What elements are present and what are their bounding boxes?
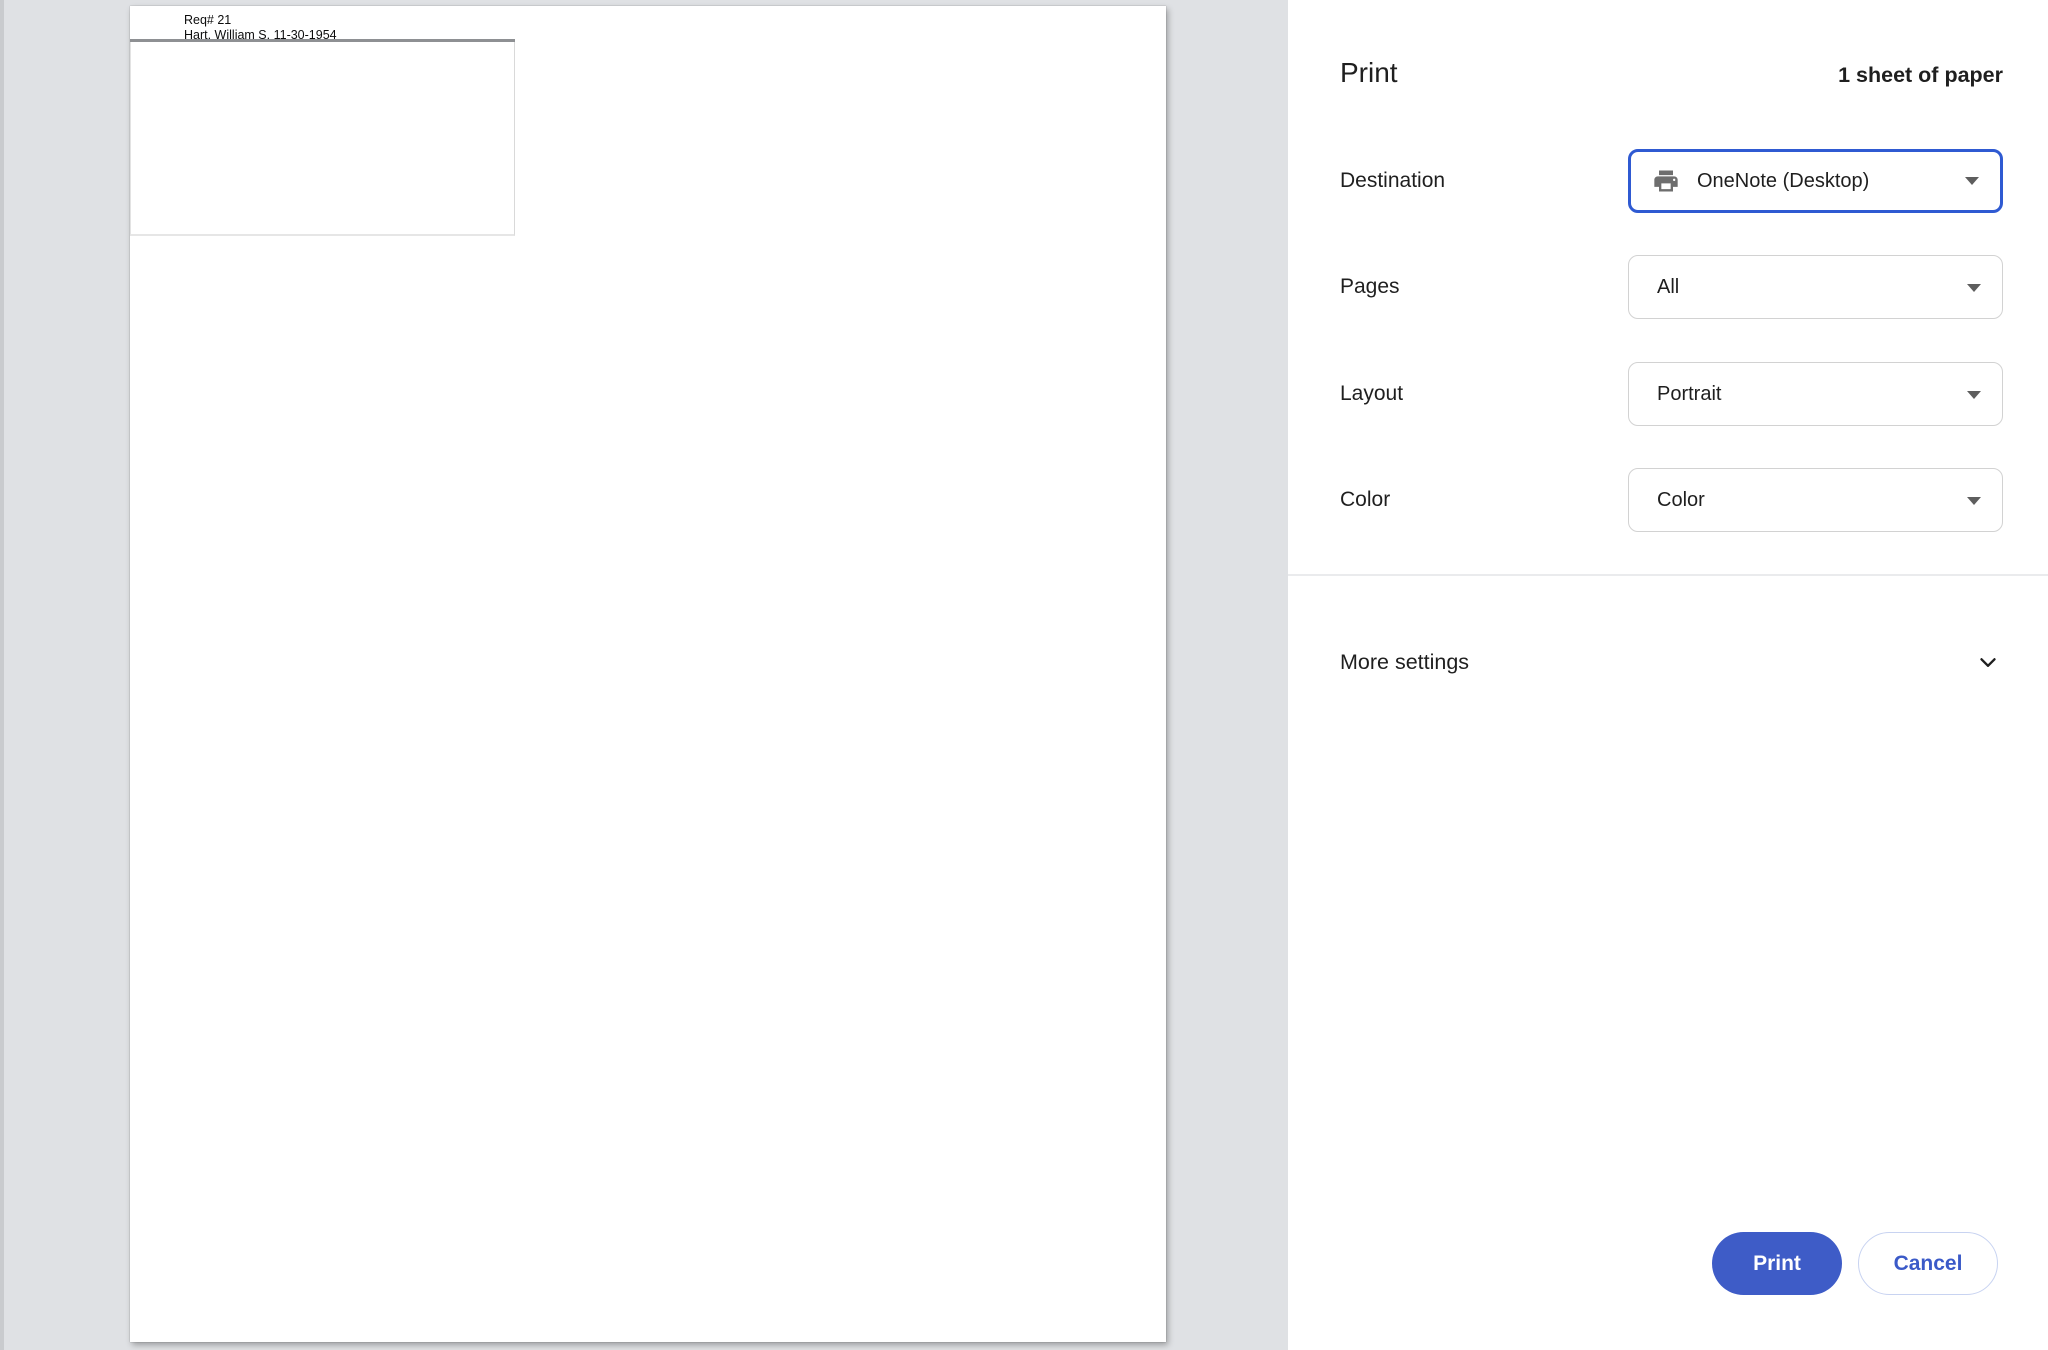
more-settings-label: More settings bbox=[1340, 630, 1469, 694]
panel-title: Print bbox=[1340, 56, 1398, 90]
document-empty-box bbox=[130, 42, 515, 236]
sheet-count-label: 1 sheet of paper bbox=[1838, 61, 2003, 89]
caret-down-icon bbox=[1967, 497, 1981, 505]
layout-dropdown[interactable]: Portrait bbox=[1628, 362, 2003, 426]
preview-page: Req# 21 Hart, William S. 11-30-1954 bbox=[130, 6, 1166, 1342]
color-row: Color Color bbox=[1288, 468, 2048, 532]
destination-row: Destination OneNote (Desktop) bbox=[1288, 149, 2048, 213]
window-left-edge bbox=[0, 0, 4, 1350]
pages-value: All bbox=[1657, 256, 1679, 318]
pages-row: Pages All bbox=[1288, 255, 2048, 319]
document-header-text: Req# 21 Hart, William S. 11-30-1954 bbox=[184, 13, 337, 42]
cancel-button[interactable]: Cancel bbox=[1858, 1232, 1998, 1295]
layout-label: Layout bbox=[1340, 362, 1403, 426]
print-dialog-window: Req# 21 Hart, William S. 11-30-1954 Prin… bbox=[0, 0, 2048, 1350]
destination-label: Destination bbox=[1340, 149, 1445, 213]
destination-value: OneNote (Desktop) bbox=[1697, 152, 1869, 210]
layout-value: Portrait bbox=[1657, 363, 1721, 425]
layout-row: Layout Portrait bbox=[1288, 362, 2048, 426]
color-dropdown[interactable]: Color bbox=[1628, 468, 2003, 532]
color-label: Color bbox=[1340, 468, 1390, 532]
pages-label: Pages bbox=[1340, 255, 1400, 319]
destination-dropdown[interactable]: OneNote (Desktop) bbox=[1628, 149, 2003, 213]
panel-divider bbox=[1288, 574, 2048, 576]
print-button[interactable]: Print bbox=[1712, 1232, 1842, 1295]
caret-down-icon bbox=[1967, 391, 1981, 399]
caret-down-icon bbox=[1965, 177, 1979, 185]
chevron-down-icon bbox=[1975, 649, 2001, 675]
color-value: Color bbox=[1657, 469, 1705, 531]
more-settings-toggle[interactable]: More settings bbox=[1288, 630, 2048, 694]
print-settings-panel: Print 1 sheet of paper Destination OneNo… bbox=[1288, 0, 2048, 1350]
printer-icon bbox=[1652, 167, 1680, 195]
caret-down-icon bbox=[1967, 284, 1981, 292]
pages-dropdown[interactable]: All bbox=[1628, 255, 2003, 319]
document-req-line: Req# 21 bbox=[184, 13, 337, 28]
print-preview-area: Req# 21 Hart, William S. 11-30-1954 bbox=[0, 0, 1288, 1350]
